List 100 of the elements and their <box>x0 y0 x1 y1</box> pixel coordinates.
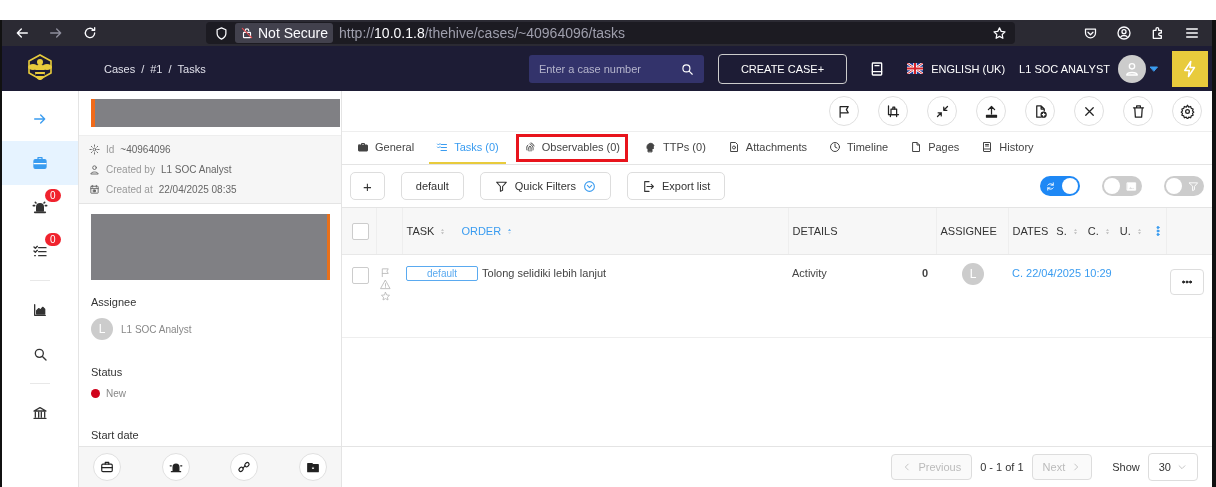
toggle-switch[interactable] <box>1164 176 1204 196</box>
expand-arrow-icon <box>32 111 48 127</box>
star-icon[interactable] <box>380 291 391 302</box>
calendar-icon <box>89 184 100 195</box>
checklist-icon <box>32 243 48 259</box>
group-tag: default <box>406 266 479 281</box>
trash-icon <box>1130 103 1146 119</box>
person-icon <box>1124 60 1140 77</box>
field-value: ~40964096 <box>120 144 171 155</box>
clock-icon <box>828 141 841 153</box>
action-button[interactable] <box>976 96 1006 126</box>
picture-icon <box>1126 180 1137 192</box>
field-value: 22/04/2025 08:35 <box>158 184 237 195</box>
alarm-light-icon <box>168 460 183 474</box>
menu-icon[interactable] <box>1184 25 1200 41</box>
page-size-select[interactable]: 30 <box>1147 453 1198 481</box>
breadcrumb-item: Tasks <box>177 62 206 75</box>
section-label: Assignee <box>91 296 138 308</box>
chevron-down-icon <box>1177 462 1187 472</box>
status-value: New <box>106 388 126 399</box>
column-header[interactable]: DATES <box>1012 225 1049 237</box>
column-header[interactable]: U. <box>1119 225 1131 237</box>
bank-icon <box>32 405 48 421</box>
tab[interactable]: Timeline <box>821 132 896 164</box>
page-icon <box>910 141 923 153</box>
quick-filters-button[interactable]: Quick Filters <box>479 172 611 200</box>
link-icon <box>237 460 252 474</box>
nav-item[interactable]: 0 <box>2 185 78 229</box>
toggle-switch[interactable] <box>1040 176 1080 196</box>
count-badge: 0 <box>45 189 61 202</box>
star-icon[interactable] <box>992 25 1007 41</box>
shield-icon <box>214 25 229 41</box>
tool-button[interactable] <box>93 453 121 481</box>
flag-icon <box>836 103 852 119</box>
add-button[interactable]: + <box>350 172 385 200</box>
action-button[interactable] <box>1025 96 1055 126</box>
task-title[interactable]: Tolong selidiki lebih lanjut <box>482 267 607 279</box>
toggle-switch[interactable] <box>1102 176 1142 196</box>
section-label: Start date <box>91 429 140 441</box>
file-icon <box>727 141 740 153</box>
reload-icon[interactable] <box>82 25 98 41</box>
address-bar[interactable]: Not Secure http://10.0.1.8/thehive/cases/~40964096/tasks <box>206 22 1015 44</box>
account-icon[interactable] <box>1116 25 1132 41</box>
filter-preset-button[interactable]: default <box>400 172 464 200</box>
alarm-light-icon <box>32 199 48 215</box>
refresh-icon <box>1045 180 1056 192</box>
security-indicator[interactable]: Not Secure <box>235 23 334 43</box>
action-button[interactable] <box>829 96 859 126</box>
column-header[interactable]: TASK <box>406 225 435 237</box>
task-date: C. 22/04/2025 10:29 <box>1012 267 1112 279</box>
checkbox[interactable] <box>352 267 369 284</box>
action-button[interactable] <box>1123 96 1153 126</box>
action-button[interactable] <box>878 96 908 126</box>
briefcase-icon <box>32 155 48 171</box>
field-value: L1 SOC Analyst <box>160 164 232 175</box>
column-header[interactable]: S. <box>1056 225 1067 237</box>
user-name[interactable]: L1 SOC ANALYST <box>1019 62 1110 75</box>
task-details: Activity <box>792 267 827 279</box>
filter-icon <box>494 179 508 193</box>
book-icon <box>981 141 994 153</box>
tab[interactable]: Observables (0) <box>513 132 631 164</box>
briefcase-icon <box>357 141 369 153</box>
page-range: 0 - 1 of 1 <box>980 461 1024 473</box>
export-icon <box>641 179 655 193</box>
breadcrumb-item[interactable]: Cases <box>104 62 136 75</box>
pocket-icon[interactable] <box>1083 25 1098 41</box>
back-icon[interactable] <box>14 25 30 41</box>
field-label: Id <box>106 144 115 155</box>
tool-button[interactable] <box>298 453 327 481</box>
uk-flag-icon[interactable] <box>907 63 924 74</box>
nav-item[interactable]: 0 <box>2 229 78 273</box>
tab[interactable]: History <box>974 132 1041 164</box>
checkbox[interactable] <box>352 222 369 240</box>
search-icon <box>32 346 48 362</box>
export-list-button[interactable]: Export list <box>626 172 726 200</box>
tool-button[interactable] <box>161 453 190 481</box>
filter-icon <box>1188 180 1199 192</box>
tab[interactable]: Pages <box>903 132 967 164</box>
show-label: Show <box>1112 461 1140 473</box>
settings-icon <box>1179 103 1195 119</box>
more-button[interactable] <box>1170 269 1204 295</box>
quick-action-button[interactable] <box>1172 50 1208 87</box>
user-avatar[interactable] <box>1118 54 1146 83</box>
create-case-button[interactable]: CREATE CASE+ <box>717 53 848 84</box>
breadcrumb-separator: / <box>141 62 145 75</box>
column-header[interactable]: C. <box>1087 225 1099 237</box>
breadcrumb-item[interactable]: #1 <box>150 62 163 75</box>
action-button[interactable] <box>927 96 957 126</box>
person-icon <box>89 164 100 175</box>
tab[interactable]: General <box>350 132 422 164</box>
tool-button[interactable] <box>230 453 259 481</box>
language-selector[interactable]: ENGLISH (UK) <box>931 62 1006 75</box>
search-icon <box>679 61 694 76</box>
case-number-field[interactable]: Enter a case number <box>528 54 704 83</box>
chart-icon <box>32 302 48 318</box>
action-button[interactable] <box>1172 96 1202 126</box>
tab[interactable]: TTPs (0) <box>638 132 713 164</box>
upload-icon <box>983 103 999 119</box>
tab[interactable]: Attachments <box>720 132 814 164</box>
column-header[interactable]: DETAILS <box>792 225 838 237</box>
